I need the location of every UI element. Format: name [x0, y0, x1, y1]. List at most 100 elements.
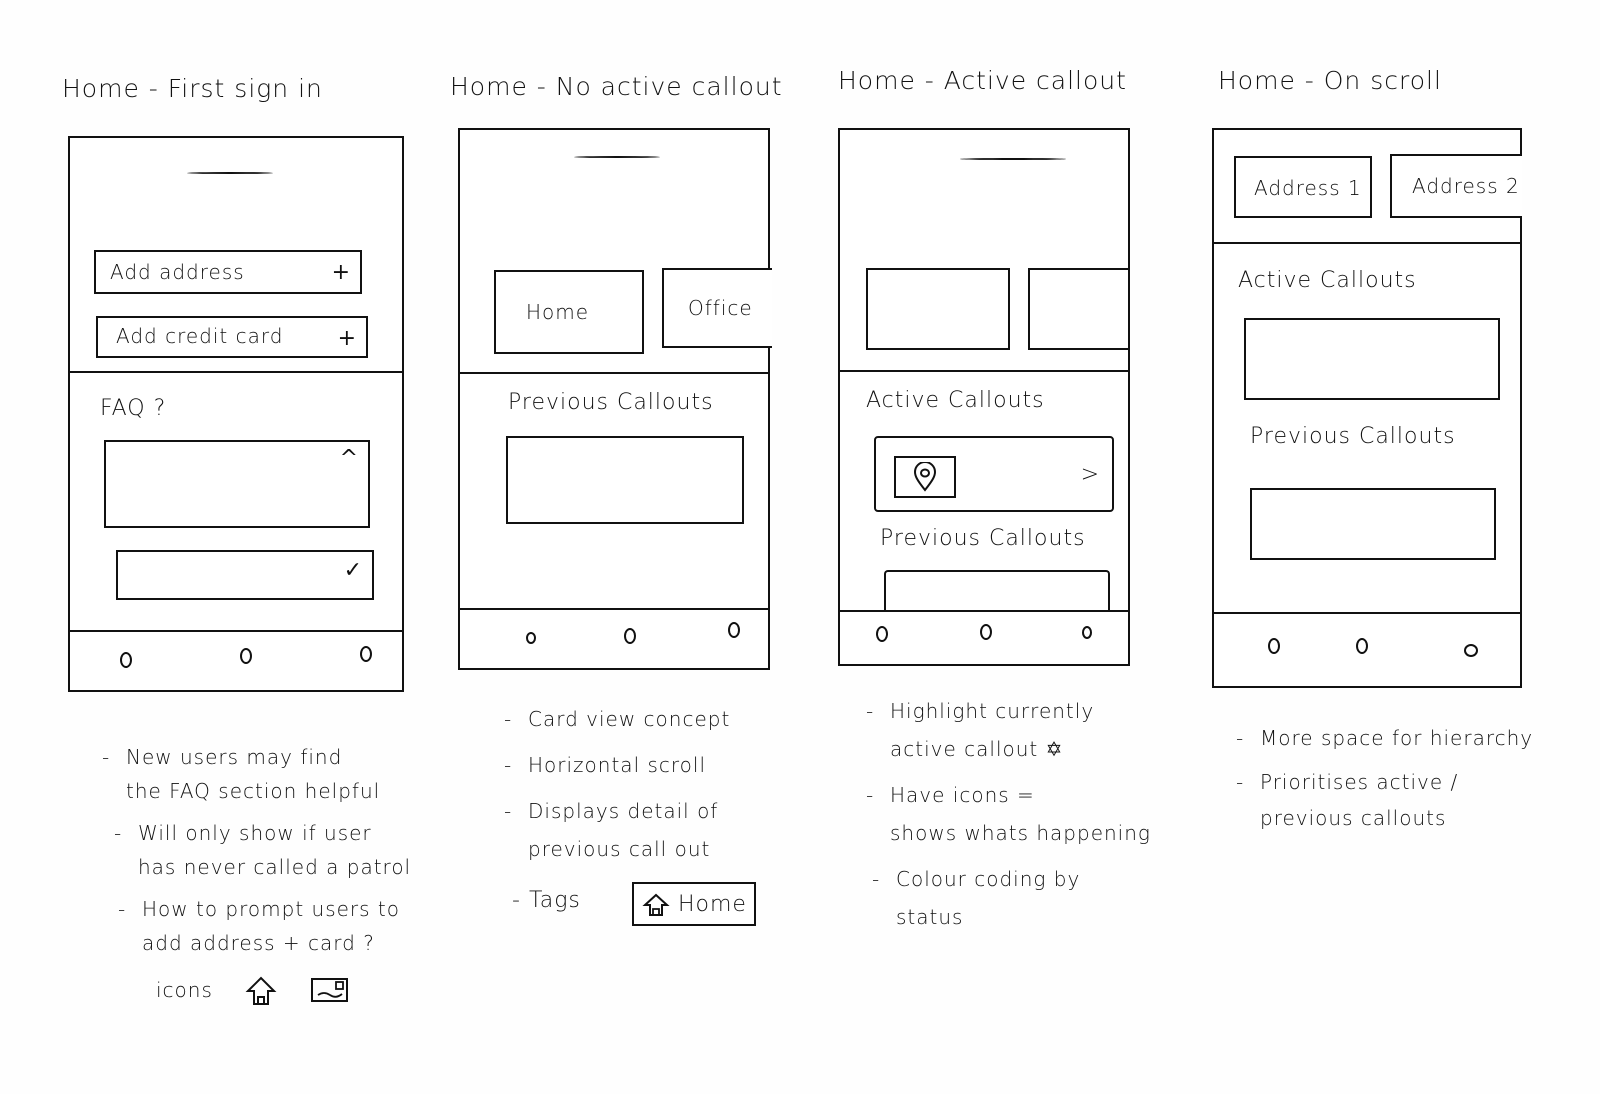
note-dash: -: [512, 888, 529, 913]
divider: [70, 371, 402, 373]
bottom-nav: [460, 608, 770, 668]
note-item: More space for hierarchy: [1232, 720, 1552, 756]
address-card-label: Address 2: [1412, 174, 1520, 198]
note-item: Card view concept: [500, 700, 800, 738]
nav-item-1[interactable]: [526, 632, 536, 644]
phone-frame: Add address + Add credit card + FAQ ? ^ …: [68, 136, 404, 692]
divider: [1214, 242, 1520, 244]
note-line: Displays detail of: [528, 799, 719, 823]
nav-item-3[interactable]: [1464, 644, 1478, 657]
screen-title: Home - First sign in: [62, 74, 323, 103]
note-line: Prioritises active /: [1260, 770, 1459, 794]
address-card[interactable]: [866, 268, 1010, 350]
faq-item-collapsed[interactable]: ✓: [116, 550, 374, 600]
tags-label: Tags: [528, 888, 581, 913]
chevron-down-icon[interactable]: ✓: [344, 560, 362, 582]
note-item: How to prompt users to add address + car…: [114, 892, 438, 960]
note-item: New users may find the FAQ section helpf…: [98, 740, 438, 808]
note-line: active callout ✡: [890, 737, 1064, 761]
chevron-right-icon[interactable]: >: [1081, 464, 1100, 486]
add-credit-card-label: Add credit card: [116, 324, 284, 348]
note-line: previous call out: [528, 837, 711, 861]
note-line: previous callouts: [1260, 806, 1447, 830]
note-line: Will only show if user: [138, 821, 372, 845]
status-bar-notch: [960, 158, 1066, 160]
note-item: Horizontal scroll: [500, 746, 800, 784]
nav-item-1[interactable]: [876, 626, 888, 642]
add-credit-card-row[interactable]: Add credit card +: [96, 316, 368, 358]
previous-callouts-heading: Previous Callouts: [880, 526, 1086, 551]
nav-item-3[interactable]: [1082, 626, 1092, 639]
address-card-office[interactable]: Office: [662, 268, 772, 348]
address-card-label: Address 1: [1254, 176, 1362, 200]
phone-frame: Home Office Previous Callouts: [458, 128, 772, 670]
frame-edge: [768, 130, 770, 668]
note-line: New users may find: [126, 745, 343, 769]
status-bar-notch: [187, 172, 273, 174]
address-card-1[interactable]: Address 1: [1234, 156, 1372, 218]
note-line: Card view concept: [528, 707, 731, 731]
nav-item-1[interactable]: [120, 652, 132, 668]
note-line: Highlight currently: [890, 699, 1095, 723]
note-line: Horizontal scroll: [528, 753, 707, 777]
credit-card-icon: [311, 978, 348, 1002]
nav-item-3[interactable]: [360, 646, 372, 662]
notes-list: More space for hierarchy Prioritises act…: [1232, 720, 1552, 844]
note-line: Have icons =: [890, 783, 1035, 807]
note-line: add address + card ?: [142, 931, 375, 955]
add-address-label: Add address: [110, 260, 245, 284]
nav-item-2[interactable]: [1356, 638, 1368, 654]
note-line: shows whats happening: [890, 821, 1151, 845]
nav-item-2[interactable]: [980, 624, 992, 640]
nav-item-2[interactable]: [240, 648, 252, 664]
divider: [460, 372, 770, 374]
home-icon: [245, 976, 277, 1005]
notes-list: Card view concept Horizontal scroll Disp…: [500, 700, 800, 876]
active-callouts-heading: Active Callouts: [1238, 268, 1417, 293]
nav-item-1[interactable]: [1268, 638, 1280, 654]
home-icon: [642, 893, 670, 916]
address-card-home[interactable]: Home: [494, 270, 644, 354]
previous-callouts-heading: Previous Callouts: [508, 390, 714, 415]
location-pin-icon: [913, 462, 937, 492]
active-callouts-heading: Active Callouts: [866, 388, 1045, 413]
bottom-nav: [840, 610, 1128, 664]
note-line: How to prompt users to: [142, 897, 400, 921]
note-line: the FAQ section helpful: [126, 779, 381, 803]
active-callout-card[interactable]: >: [874, 436, 1114, 512]
note-line: has never called a patrol: [138, 855, 412, 879]
note-item: Highlight currently active callout ✡: [862, 692, 1182, 768]
add-address-row[interactable]: Add address +: [94, 250, 362, 294]
chevron-up-icon[interactable]: ^: [340, 448, 358, 470]
phone-frame: Active Callouts > Previous Callouts: [838, 128, 1130, 666]
notes-list: Highlight currently active callout ✡ Hav…: [862, 692, 1182, 944]
icons-label: icons: [156, 978, 213, 1002]
bottom-nav: [70, 630, 402, 690]
plus-icon: +: [337, 326, 356, 351]
note-item: Prioritises active / previous callouts: [1232, 764, 1552, 836]
nav-item-3[interactable]: [728, 622, 740, 638]
bottom-nav: [1214, 612, 1520, 686]
callout-status-icon-box: [894, 456, 956, 498]
note-item: Will only show if user has never called …: [110, 816, 438, 884]
divider: [840, 370, 1128, 372]
tag-example: Home: [632, 882, 756, 926]
note-line: Colour coding by: [896, 867, 1081, 891]
screen-title: Home - On scroll: [1218, 66, 1442, 95]
address-card-2[interactable]: Address 2: [1390, 154, 1522, 218]
faq-heading: FAQ ?: [100, 396, 167, 421]
previous-callout-card[interactable]: [1250, 488, 1496, 560]
active-callout-card[interactable]: [1244, 318, 1500, 400]
note-item: Colour coding by status: [868, 860, 1182, 936]
previous-callout-card[interactable]: [506, 436, 744, 524]
address-card[interactable]: [1028, 268, 1128, 350]
note-item: Have icons = shows whats happening: [862, 776, 1182, 852]
note-line: More space for hierarchy: [1260, 726, 1534, 750]
faq-item-expanded[interactable]: ^: [104, 440, 370, 528]
address-card-label: Home: [526, 300, 590, 324]
note-line: status: [896, 905, 964, 929]
previous-callouts-heading: Previous Callouts: [1250, 424, 1456, 449]
plus-icon: +: [331, 260, 350, 285]
screen-title: Home - No active callout: [450, 72, 783, 101]
nav-item-2[interactable]: [624, 628, 636, 644]
